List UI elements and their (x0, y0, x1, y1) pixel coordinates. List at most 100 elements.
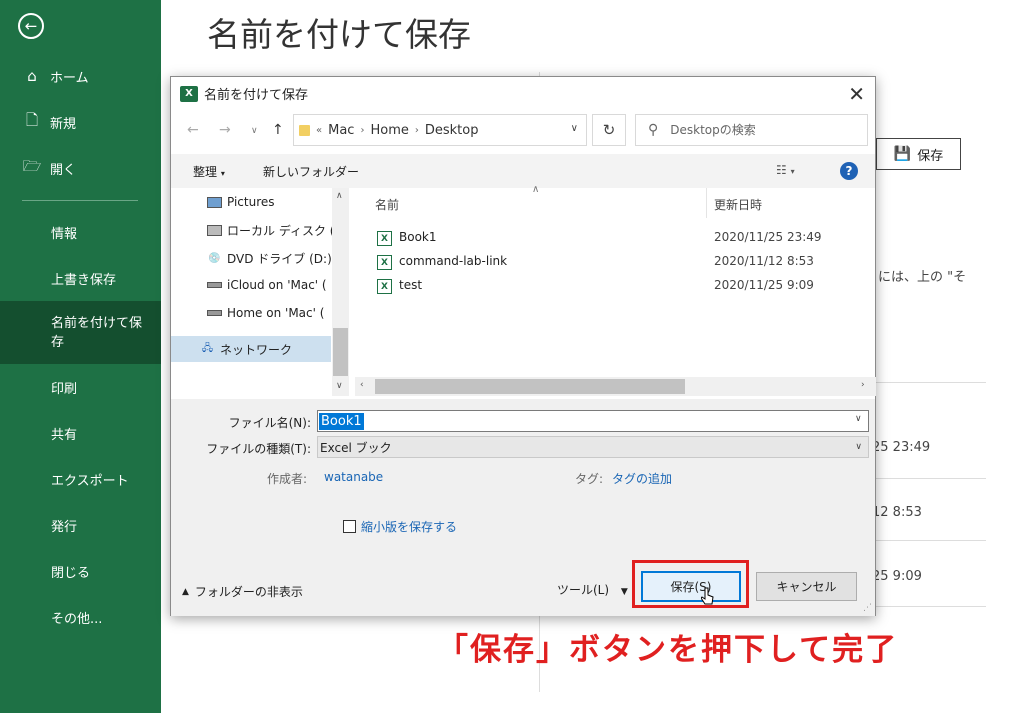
nav-open[interactable]: 🗁 開く (0, 154, 161, 182)
divider (876, 382, 986, 383)
search-input[interactable] (670, 123, 841, 137)
thumbnail-checkbox[interactable]: 縮小版を保存する (343, 518, 457, 535)
breadcrumb-item[interactable]: Mac (328, 123, 354, 138)
hide-folders-button[interactable]: ▲ フォルダーの非表示 (182, 583, 303, 600)
breadcrumb-item[interactable]: Home (370, 123, 408, 138)
scroll-down-icon[interactable]: ∨ (336, 381, 343, 391)
divider (876, 606, 986, 607)
save-button[interactable]: 保存(S) (641, 571, 741, 602)
navigation-tree: Pictures ローカル ディスク (C: 💿 DVD ドライブ (D:) (… (171, 188, 351, 396)
hint-text: には、上の "そ (878, 270, 967, 285)
back-arrow-icon[interactable]: ← (187, 122, 199, 138)
tags-value[interactable]: タグの追加 (612, 470, 672, 487)
excel-icon: X (180, 85, 198, 102)
chevron-down-icon[interactable]: ∨ (571, 123, 578, 134)
nav-share[interactable]: 共有 (0, 419, 161, 447)
refresh-icon[interactable]: ↻ (592, 114, 626, 146)
home-icon: ⌂ (27, 67, 37, 85)
address-bar[interactable]: « Mac › Home › Desktop ∨ (293, 114, 587, 146)
breadcrumb-chevron-icon: « (316, 124, 323, 136)
file-name: Book1 (399, 230, 437, 244)
tree-scrollbar[interactable]: ∧ ∨ (332, 188, 349, 396)
file-name: test (399, 278, 423, 292)
save-form: ファイル名(N): Book1 ∨ ファイルの種類(T): Excel ブック … (171, 399, 875, 616)
file-name: command-lab-link (399, 254, 508, 268)
author-label: 作成者: (267, 472, 308, 486)
nav-divider (22, 200, 138, 201)
up-arrow-icon[interactable]: ↑ (272, 122, 284, 138)
cursor-icon (701, 587, 714, 605)
save-as-dialog: X 名前を付けて保存 ✕ ← → ∨ ↑ « Mac › Home › Desk… (170, 76, 876, 616)
checkbox-box[interactable] (343, 520, 356, 533)
nav-publish[interactable]: 発行 (0, 511, 161, 539)
divider (876, 540, 986, 541)
resize-grip-icon[interactable]: ⋰ (863, 603, 872, 613)
tree-item[interactable]: Home on 'Mac' ( (207, 306, 335, 320)
new-folder-button[interactable]: 新しいフォルダー (263, 163, 359, 180)
breadcrumb-item[interactable]: Desktop (425, 123, 479, 138)
annotation-caption: 「保存」ボタンを押下して完了 (437, 632, 899, 668)
scroll-left-icon[interactable]: ‹ (360, 380, 364, 390)
file-date: 2020/11/25 23:49 (714, 230, 822, 244)
file-row[interactable]: X Book1 2020/11/25 23:49 (355, 226, 876, 250)
tags-label: タグ: (575, 472, 604, 486)
dvd-icon: 💿 (208, 253, 221, 264)
forward-arrow-icon[interactable]: → (219, 122, 231, 138)
network-drive-icon (207, 310, 222, 316)
back-arrow-icon[interactable]: ← (18, 13, 44, 39)
excel-file-icon: X (377, 231, 392, 246)
cancel-button[interactable]: キャンセル (756, 572, 857, 601)
network-icon: 🖧 (201, 342, 214, 354)
horizontal-scrollbar[interactable]: ‹ › (355, 377, 876, 396)
view-options-button[interactable]: ☷ ▾ (776, 163, 795, 177)
chevron-up-icon: ▲ (182, 586, 189, 597)
filename-label: ファイル名(N): (228, 416, 311, 430)
column-header-name[interactable]: 名前 (375, 196, 399, 213)
breadcrumb-chevron-icon: › (360, 124, 365, 136)
network-drive-icon (207, 282, 222, 288)
filetype-select[interactable]: Excel ブック ∨ (317, 436, 869, 458)
file-date: 25 23:49 (872, 440, 931, 455)
chevron-down-icon[interactable]: ∨ (855, 414, 862, 424)
tree-item[interactable]: 💿 DVD ドライブ (D:) ( (207, 250, 335, 267)
search-icon: ⚲ (648, 122, 659, 138)
recent-chevron-icon[interactable]: ∨ (251, 126, 258, 136)
file-date: 12 8:53 (872, 505, 922, 520)
file-list: ∧ 名前 更新日時 X Book1 2020/11/25 23:49 X com… (355, 184, 876, 396)
nav-save[interactable]: 上書き保存 (0, 264, 161, 292)
scroll-up-icon[interactable]: ∧ (336, 191, 343, 201)
scrollbar-thumb[interactable] (333, 328, 348, 376)
backstage-save-button[interactable]: 💾 保存 (876, 138, 961, 170)
filename-value[interactable]: Book1 (319, 413, 364, 430)
scroll-right-icon[interactable]: › (861, 380, 865, 390)
tree-item[interactable]: Pictures (207, 195, 335, 209)
column-header-modified[interactable]: 更新日時 (714, 196, 762, 213)
nav-save-as[interactable]: 名前を付けて保 存 (0, 301, 161, 364)
nav-print[interactable]: 印刷 (0, 373, 161, 401)
column-divider[interactable] (706, 188, 707, 218)
file-date: 2020/11/25 9:09 (714, 278, 814, 292)
page-title: 名前を付けて保存 (207, 15, 471, 54)
tree-item[interactable]: iCloud on 'Mac' ( (207, 278, 335, 292)
excel-file-icon: X (377, 279, 392, 294)
scrollbar-thumb[interactable] (375, 379, 685, 394)
nav-new[interactable]: 🗋 新規 (0, 108, 161, 136)
nav-home[interactable]: ⌂ ホーム (0, 62, 161, 90)
save-icon: 💾 (893, 146, 912, 162)
nav-info[interactable]: 情報 (0, 218, 161, 246)
search-box[interactable]: ⚲ (635, 114, 868, 146)
tree-item-selected[interactable]: 🖧 ネットワーク (171, 336, 331, 362)
tools-button[interactable]: ツール(L) ▼ (557, 581, 628, 598)
backstage-sidebar: ← ⌂ ホーム 🗋 新規 🗁 開く 情報 上書き保存 名前を付けて保 存 印刷 … (0, 0, 161, 713)
author-value[interactable]: watanabe (324, 470, 383, 484)
nav-export[interactable]: エクスポート (0, 465, 161, 493)
file-row[interactable]: X test 2020/11/25 9:09 (355, 274, 876, 298)
filename-input[interactable] (317, 410, 869, 432)
close-icon[interactable]: ✕ (848, 82, 865, 106)
organize-button[interactable]: 整理 ▾ (193, 163, 225, 180)
tree-item[interactable]: ローカル ディスク (C: (207, 222, 335, 239)
nav-close[interactable]: 閉じる (0, 557, 161, 585)
nav-more[interactable]: その他... (0, 603, 161, 631)
file-row[interactable]: X command-lab-link 2020/11/12 8:53 (355, 250, 876, 274)
help-icon[interactable]: ? (840, 162, 858, 180)
